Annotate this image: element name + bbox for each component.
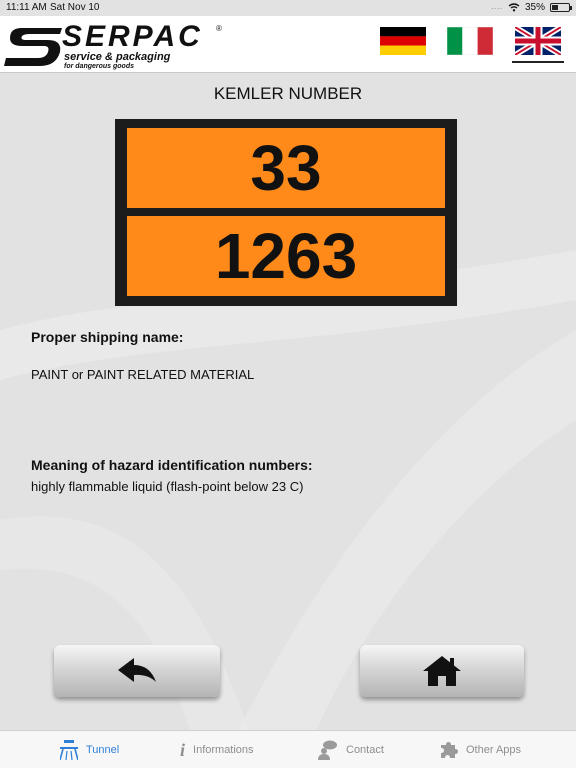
puzzle-icon bbox=[441, 742, 458, 758]
uk-flag-icon[interactable] bbox=[515, 27, 561, 55]
home-icon bbox=[423, 656, 461, 686]
tab-informations-label: Informations bbox=[193, 744, 254, 756]
kemler-plate: 33 1263 bbox=[115, 119, 457, 306]
status-indicators: .... 35% bbox=[491, 2, 572, 13]
tab-tunnel-label: Tunnel bbox=[86, 744, 120, 756]
tab-tunnel[interactable]: Tunnel bbox=[60, 731, 119, 768]
info-icon: i bbox=[180, 739, 186, 760]
serpac-logo: SERPAC ® service & packaging for dangero… bbox=[4, 22, 234, 72]
tunnel-icon bbox=[60, 740, 78, 760]
status-date: Sat Nov 10 bbox=[50, 2, 100, 13]
status-time: 11:11 AM bbox=[6, 2, 47, 13]
hazard-meaning-label: Meaning of hazard identification numbers… bbox=[31, 457, 313, 473]
app-header: SERPAC ® service & packaging for dangero… bbox=[0, 16, 576, 73]
logo-registered: ® bbox=[216, 24, 222, 33]
shipping-name-value: PAINT or PAINT RELATED MATERIAL bbox=[31, 367, 255, 382]
selected-language-indicator bbox=[512, 61, 564, 63]
battery-fill bbox=[552, 5, 558, 10]
battery-icon bbox=[550, 3, 572, 12]
hazard-meaning-value: highly flammable liquid (flash-point bel… bbox=[31, 479, 304, 494]
page-title: KEMLER NUMBER bbox=[213, 84, 363, 103]
tab-other-apps[interactable]: Other Apps bbox=[440, 731, 521, 768]
back-button[interactable] bbox=[54, 645, 220, 697]
germany-flag-icon[interactable] bbox=[380, 27, 426, 55]
logo-brand: SERPAC bbox=[62, 20, 203, 53]
tab-other-apps-label: Other Apps bbox=[466, 744, 522, 756]
tab-bar: Tunnel i Informations Contact Other Apps bbox=[0, 730, 576, 768]
tab-informations[interactable]: i Informations bbox=[180, 731, 254, 768]
signal-dots: .... bbox=[491, 4, 503, 11]
shipping-name-label: Proper shipping name: bbox=[31, 329, 184, 345]
tab-contact-label: Contact bbox=[346, 744, 384, 756]
wifi-icon bbox=[508, 3, 520, 12]
un-number: 1263 bbox=[127, 216, 445, 296]
italy-flag-icon[interactable] bbox=[447, 27, 493, 55]
battery-percent: 35% bbox=[524, 2, 545, 13]
status-bar: 11:11 AM Sat Nov 10 .... 35% bbox=[0, 0, 576, 16]
hazard-number: 33 bbox=[127, 128, 445, 208]
logo-subtagline: for dangerous goods bbox=[64, 63, 134, 70]
battery-cap bbox=[570, 6, 572, 10]
logo-s-icon bbox=[4, 28, 62, 66]
back-arrow-icon bbox=[118, 658, 156, 682]
logo-tagline: service & packaging bbox=[64, 51, 171, 63]
home-button[interactable] bbox=[360, 645, 524, 697]
tab-contact[interactable]: Contact bbox=[318, 731, 384, 768]
contact-icon bbox=[318, 740, 337, 760]
